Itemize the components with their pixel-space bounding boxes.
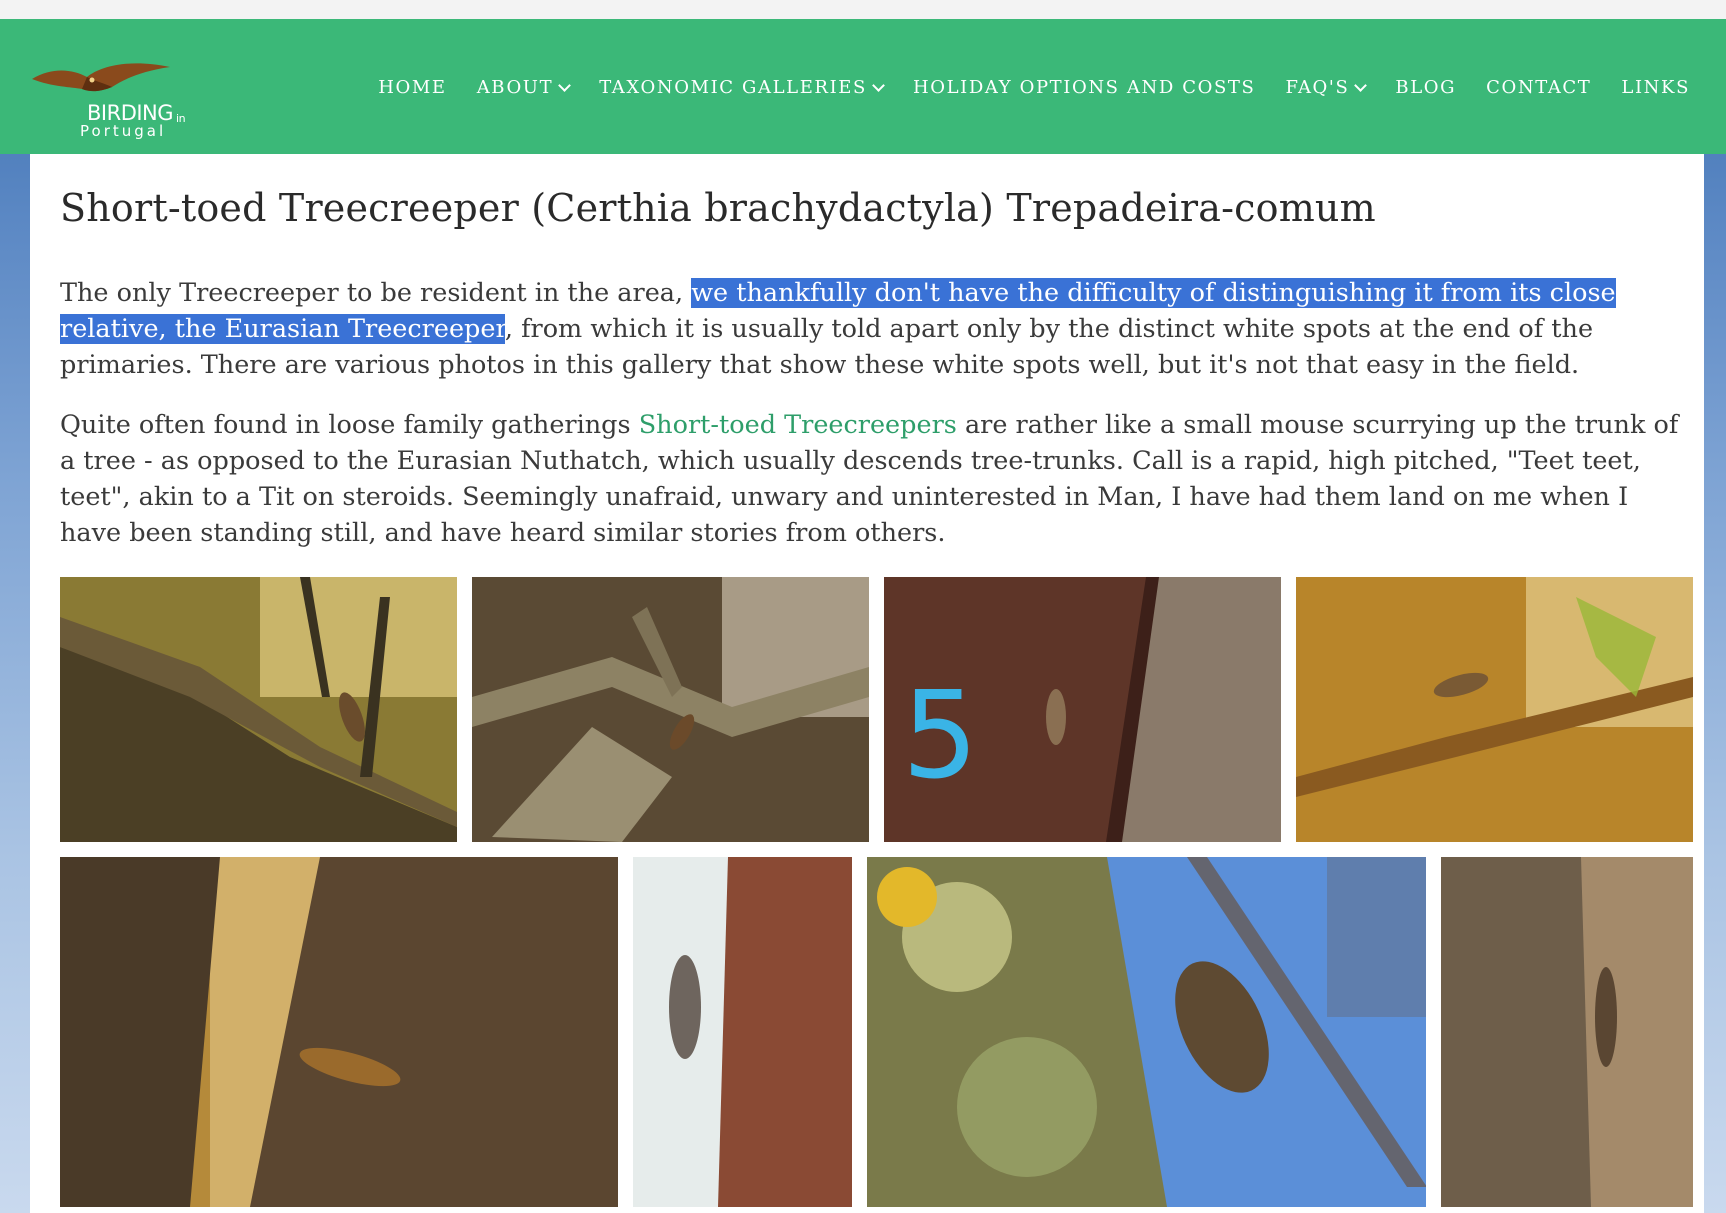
nav-taxonomic-galleries[interactable]: TAXONOMIC GALLERIES [599, 77, 885, 98]
content-panel: Short-toed Treecreeper (Certhia brachyda… [30, 154, 1704, 1213]
chevron-down-icon [872, 78, 885, 92]
gallery-photo-7[interactable] [867, 857, 1426, 1207]
nav-about[interactable]: ABOUT [477, 77, 572, 98]
gallery-photo-4[interactable] [1296, 577, 1693, 842]
eagle-logo-icon [32, 63, 170, 92]
page-title: Short-toed Treecreeper (Certhia brachyda… [60, 186, 1376, 230]
description-text-start: Quite often found in loose family gather… [60, 410, 639, 440]
species-link[interactable]: Short-toed Treecreepers [639, 410, 957, 440]
nav-home[interactable]: HOME [378, 77, 446, 98]
intro-paragraph: The only Treecreeper to be resident in t… [60, 275, 1680, 383]
chevron-down-icon [1354, 78, 1368, 92]
nav-holiday-options[interactable]: HOLIDAY OPTIONS AND COSTS [913, 77, 1255, 98]
logo-text-portugal: Portugal [80, 122, 167, 140]
description-paragraph: Quite often found in loose family gather… [60, 407, 1680, 551]
browser-top-strip: ​ [0, 0, 1726, 20]
intro-text-start: The only Treecreeper to be resident in t… [60, 278, 692, 308]
nav-contact[interactable]: CONTACT [1486, 77, 1591, 98]
main-menu: HOME ABOUT TAXONOMIC GALLERIES HOLIDAY O… [348, 77, 1690, 98]
gallery-photo-8[interactable] [1441, 857, 1693, 1207]
site-logo[interactable]: BIRDING in Portugal [32, 57, 212, 140]
gallery-photo-5[interactable] [60, 857, 618, 1207]
tree-marking-number: 5 [902, 667, 978, 806]
nav-links[interactable]: LINKS [1621, 77, 1690, 98]
gallery-photo-2[interactable] [472, 577, 869, 842]
gallery-photo-1[interactable] [60, 577, 457, 842]
gallery-photo-6[interactable] [633, 857, 852, 1207]
nav-blog[interactable]: BLOG [1395, 77, 1456, 98]
chevron-down-icon [558, 78, 572, 92]
nav-faqs[interactable]: FAQ'S [1285, 77, 1368, 98]
gallery-photo-3[interactable]: 5 [884, 577, 1281, 842]
site-navbar: BIRDING in Portugal HOME ABOUT TAXONOMIC … [0, 19, 1726, 154]
